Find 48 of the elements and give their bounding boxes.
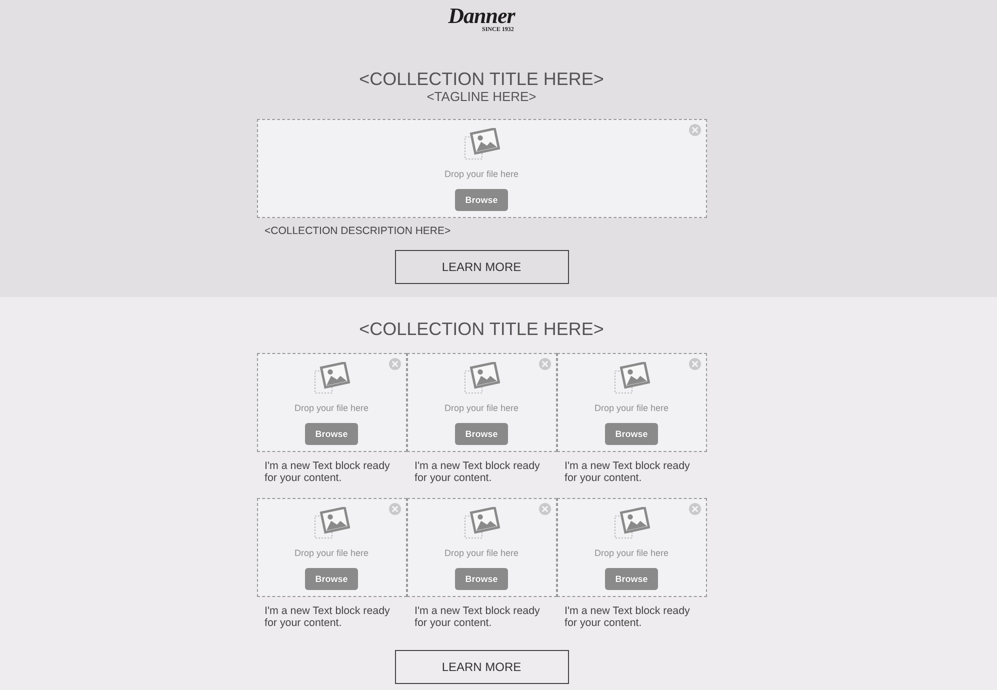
collection-title: <COLLECTION TITLE HERE> [359,319,604,339]
dropzone-prompt: Drop your file here [294,403,369,414]
image-icon [614,362,650,394]
browse-button[interactable]: Browse [455,568,508,590]
file-dropzone[interactable]: Drop your file here Browse [556,353,706,452]
content-text: I'm a new Text block ready for your content. [264,605,391,629]
dropzone-prompt: Drop your file here [294,548,369,559]
file-dropzone[interactable]: Drop your file here Browse [406,498,556,597]
image-icon [314,362,350,394]
dropzone-prompt: Drop your file here [594,548,669,559]
image-icon [464,507,500,539]
file-dropzone[interactable]: Drop your file here Browse [556,498,706,597]
image-icon [614,507,650,539]
content-text: I'm a new Text block ready for your content. [264,460,391,484]
dropzone-prompt: Drop your file here [444,548,519,559]
content-text: I'm a new Text block ready for your content. [414,460,541,484]
browse-button[interactable]: Browse [455,423,508,445]
close-icon[interactable] [538,358,550,370]
close-icon[interactable] [688,124,700,136]
image-icon [314,507,350,539]
close-icon[interactable] [388,503,400,515]
browse-button[interactable]: Browse [605,423,658,445]
dropzone-prompt: Drop your file here [444,403,519,414]
browse-button[interactable]: Browse [455,189,508,211]
image-icon [464,128,500,160]
close-icon[interactable] [538,503,550,515]
file-dropzone[interactable]: Drop your file here Browse [256,498,406,597]
learn-more-button[interactable]: LEARN MORE [394,250,568,284]
browse-button[interactable]: Browse [305,568,358,590]
logo-wordmark: Danner [448,4,515,28]
image-icon [464,362,500,394]
file-dropzone[interactable]: Drop your file here Browse [406,353,556,452]
content-text: I'm a new Text block ready for your content. [564,605,691,629]
close-icon[interactable] [688,358,700,370]
collection-title: <COLLECTION TITLE HERE> [359,69,604,89]
browse-button[interactable]: Browse [605,568,658,590]
file-dropzone[interactable]: Drop your file here Browse [256,119,706,218]
dropzone-prompt: Drop your file here [594,403,669,414]
content-text: I'm a new Text block ready for your content. [564,460,691,484]
dropzone-prompt: Drop your file here [444,169,519,180]
collection-tagline: <TAGLINE HERE> [426,89,536,105]
file-dropzone[interactable]: Drop your file here Browse [256,353,406,452]
close-icon[interactable] [388,358,400,370]
close-icon[interactable] [688,503,700,515]
learn-more-button[interactable]: LEARN MORE [394,650,568,684]
content-text: I'm a new Text block ready for your content. [414,605,541,629]
collection-description: <COLLECTION DESCRIPTION HERE> [264,225,452,238]
browse-button[interactable]: Browse [305,423,358,445]
